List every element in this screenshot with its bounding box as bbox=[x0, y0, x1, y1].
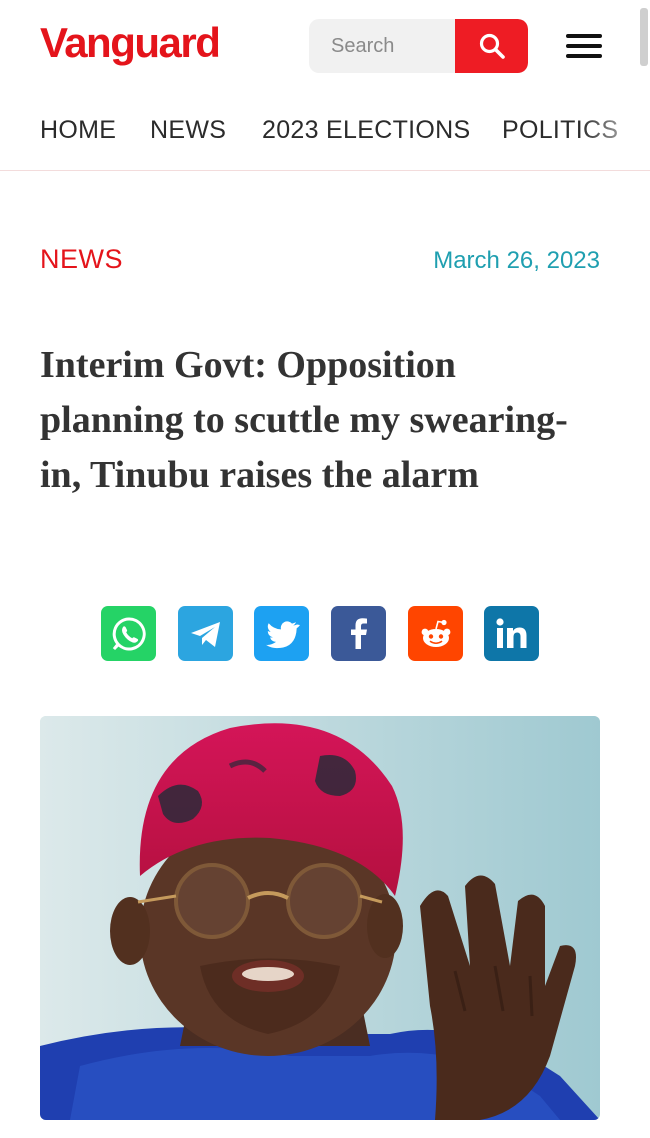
article-date: March 26, 2023 bbox=[433, 247, 600, 274]
twitter-icon bbox=[265, 620, 300, 648]
site-header: Vanguard bbox=[0, 0, 650, 95]
share-facebook-button[interactable] bbox=[331, 606, 386, 661]
article-category[interactable]: NEWS bbox=[40, 244, 123, 275]
search-input[interactable] bbox=[309, 19, 455, 73]
search-button[interactable] bbox=[455, 19, 528, 73]
share-buttons bbox=[101, 606, 551, 662]
hamburger-menu-button[interactable] bbox=[564, 30, 604, 62]
search-icon bbox=[479, 33, 505, 59]
share-twitter-button[interactable] bbox=[254, 606, 309, 661]
nav-scroll-fade bbox=[580, 96, 650, 170]
portrait-illustration bbox=[40, 716, 600, 1120]
share-linkedin-button[interactable] bbox=[484, 606, 539, 661]
scrollbar-thumb[interactable] bbox=[640, 8, 648, 66]
share-whatsapp-button[interactable] bbox=[101, 606, 156, 661]
article-headline: Interim Govt: Opposition planning to scu… bbox=[40, 344, 568, 496]
nav-item-2023-elections[interactable]: 2023 ELECTIONS bbox=[262, 116, 470, 145]
nav-item-news[interactable]: NEWS bbox=[150, 116, 226, 145]
linkedin-icon bbox=[495, 617, 526, 648]
article-photo bbox=[40, 716, 600, 1120]
site-logo[interactable]: Vanguard bbox=[40, 18, 221, 68]
search-box bbox=[309, 19, 528, 73]
reddit-icon bbox=[421, 619, 450, 647]
whatsapp-icon bbox=[112, 616, 146, 650]
main-nav: HOME NEWS 2023 ELECTIONS POLITICS bbox=[0, 96, 650, 171]
facebook-icon bbox=[350, 617, 367, 649]
telegram-icon bbox=[190, 621, 220, 647]
menu-bar-icon bbox=[566, 34, 602, 38]
menu-bar-icon bbox=[566, 44, 602, 48]
share-reddit-button[interactable] bbox=[408, 606, 463, 661]
share-telegram-button[interactable] bbox=[178, 606, 233, 661]
menu-bar-icon bbox=[566, 54, 602, 58]
nav-item-home[interactable]: HOME bbox=[40, 116, 116, 145]
